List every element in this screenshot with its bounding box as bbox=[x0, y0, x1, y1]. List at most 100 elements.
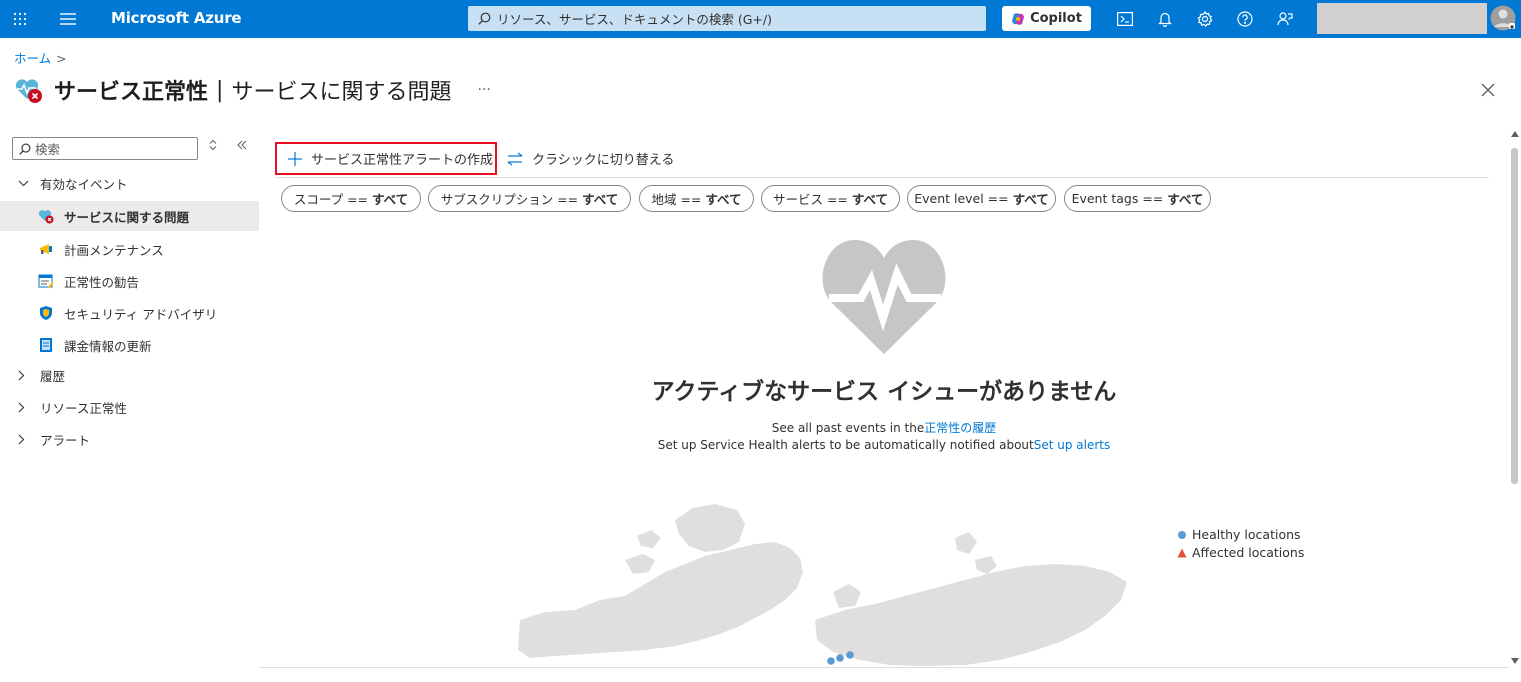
sidebar-group-label: リソース正常性 bbox=[40, 400, 127, 416]
world-map bbox=[518, 504, 1127, 666]
filter-value: すべて bbox=[1012, 192, 1049, 207]
copilot-button[interactable]: Copilot bbox=[1002, 6, 1091, 31]
sidebar-group-label: アラート bbox=[40, 432, 91, 448]
filter-key: Event tags == bbox=[1071, 191, 1164, 206]
page-title: サービス正常性 bbox=[54, 80, 209, 105]
filter-key: 地域 == bbox=[651, 192, 702, 207]
billing-icon bbox=[38, 337, 54, 353]
sidebar-search-input[interactable]: 検索 bbox=[12, 137, 198, 160]
close-icon[interactable] bbox=[1478, 80, 1498, 100]
collapse-sidebar-icon[interactable] bbox=[236, 139, 248, 155]
create-alert-button[interactable]: サービス正常性アラートの作成 bbox=[275, 142, 497, 175]
avatar-icon[interactable] bbox=[1490, 4, 1516, 32]
sidebar-group-label: 履歴 bbox=[40, 368, 66, 384]
sidebar-item-label: サービスに関する問題 bbox=[64, 209, 190, 225]
set-up-alerts-link[interactable]: Set up alerts bbox=[1034, 438, 1111, 452]
history-text: See all past events in the bbox=[771, 421, 925, 435]
sidebar-group-label: 有効なイベント bbox=[40, 176, 128, 192]
more-options-button[interactable]: ··· bbox=[477, 82, 490, 98]
sidebar-group-resource-health[interactable]: リソース正常性 bbox=[0, 392, 259, 422]
filter-pill-region[interactable]: 地域 == すべて bbox=[639, 185, 754, 212]
sidebar-item-label: セキュリティ アドバイザリ bbox=[64, 306, 218, 322]
switch-classic-label: クラシックに切り替える bbox=[532, 153, 675, 168]
sidebar-item-planned-maintenance[interactable]: 計画メンテナンス bbox=[0, 234, 259, 264]
chevron-right-icon bbox=[18, 434, 30, 445]
toolbar-divider bbox=[275, 177, 1489, 178]
sidebar-item-label: 課金情報の更新 bbox=[64, 338, 152, 354]
feedback-icon[interactable] bbox=[1274, 0, 1296, 38]
sidebar-item-label: 正常性の勧告 bbox=[64, 274, 140, 290]
search-placeholder: リソース、サービス、ドキュメントの検索 (G+/) bbox=[497, 12, 772, 27]
filter-value: すべて bbox=[372, 192, 409, 207]
copilot-icon bbox=[1012, 12, 1025, 25]
breadcrumb-home[interactable]: ホーム bbox=[14, 51, 51, 66]
filter-key: サブスクリプション == bbox=[440, 192, 579, 207]
scrollbar-thumb[interactable] bbox=[1511, 148, 1518, 484]
filter-pill-event-tags[interactable]: Event tags == すべて bbox=[1064, 185, 1211, 212]
sidebar-item-security-advisories[interactable]: セキュリティ アドバイザリ bbox=[0, 298, 259, 328]
service-health-icon bbox=[15, 79, 42, 103]
title-separator: | bbox=[216, 77, 224, 103]
legend-affected-label: Affected locations bbox=[1192, 545, 1305, 560]
empty-state-alerts-line: Set up Service Health alerts to be autom… bbox=[520, 438, 1248, 452]
filter-pill-event-level[interactable]: Event level == すべて bbox=[907, 185, 1056, 212]
sidebar-item-billing-updates[interactable]: 課金情報の更新 bbox=[0, 330, 259, 360]
create-alert-label: サービス正常性アラートの作成 bbox=[311, 153, 494, 168]
account-info[interactable] bbox=[1317, 3, 1487, 34]
chevron-down-icon bbox=[18, 180, 30, 187]
filter-value: すべて bbox=[851, 192, 889, 207]
hamburger-icon[interactable] bbox=[56, 0, 80, 38]
switch-arrows-icon bbox=[507, 152, 523, 165]
healthy-dot-icon bbox=[1176, 530, 1188, 540]
filter-pill-scope[interactable]: スコープ == すべて bbox=[281, 185, 421, 212]
help-icon[interactable] bbox=[1234, 0, 1256, 38]
gear-icon[interactable] bbox=[1194, 0, 1216, 38]
alerts-text: Set up Service Health alerts to be autom… bbox=[657, 438, 1034, 452]
heart-pulse-icon bbox=[822, 240, 946, 354]
global-search-input[interactable]: リソース、サービス、ドキュメントの検索 (G+/) bbox=[468, 6, 986, 31]
megaphone-icon bbox=[38, 241, 54, 257]
grid-icon[interactable] bbox=[8, 0, 32, 38]
filter-key: サービス == bbox=[772, 192, 848, 207]
content-bottom-divider bbox=[259, 667, 1509, 668]
advisory-icon bbox=[38, 273, 54, 289]
empty-state-history-line: See all past events in the正常性の履歴 bbox=[520, 419, 1248, 436]
page-subtitle: サービスに関する問題 bbox=[231, 80, 452, 105]
sidebar-item-service-issues[interactable]: サービスに関する問題 bbox=[0, 201, 259, 231]
sidebar-search-placeholder: 検索 bbox=[35, 142, 61, 157]
filter-value: すべて bbox=[705, 192, 742, 207]
legend-healthy-label: Healthy locations bbox=[1192, 527, 1301, 542]
search-icon bbox=[478, 12, 491, 25]
chevron-right-icon bbox=[18, 402, 30, 413]
switch-classic-button[interactable]: クラシックに切り替える bbox=[506, 142, 674, 175]
history-link[interactable]: 正常性の履歴 bbox=[924, 421, 996, 435]
page-header: サービス正常性 | サービスに関する問題 ··· bbox=[14, 74, 491, 106]
search-icon bbox=[19, 143, 31, 155]
filter-pill-subscription[interactable]: サブスクリプション == すべて bbox=[428, 185, 631, 212]
shield-icon bbox=[38, 305, 54, 321]
sort-toggle-icon[interactable] bbox=[208, 139, 218, 155]
filter-value: すべて bbox=[1167, 192, 1204, 207]
top-bar: Microsoft Azure リソース、サービス、ドキュメントの検索 (G+/… bbox=[0, 0, 1521, 38]
cloud-shell-icon[interactable] bbox=[1114, 0, 1136, 38]
sidebar-item-health-advisories[interactable]: 正常性の勧告 bbox=[0, 266, 259, 296]
sidebar-item-label: 計画メンテナンス bbox=[64, 242, 164, 258]
filter-key: スコープ == bbox=[293, 192, 369, 207]
legend-affected: Affected locations bbox=[1176, 545, 1304, 560]
copilot-label: Copilot bbox=[1030, 11, 1082, 26]
breadcrumb: ホーム > bbox=[14, 48, 67, 67]
brand-title[interactable]: Microsoft Azure bbox=[111, 9, 242, 27]
sidebar-group-history[interactable]: 履歴 bbox=[0, 360, 259, 390]
bell-icon[interactable] bbox=[1154, 0, 1176, 38]
service-issue-icon bbox=[38, 208, 54, 224]
filter-pill-service[interactable]: サービス == すべて bbox=[761, 185, 900, 212]
filter-value: すべて bbox=[582, 192, 619, 207]
affected-triangle-icon bbox=[1176, 548, 1188, 558]
chevron-right-icon bbox=[18, 370, 30, 381]
sidebar-group-active-events[interactable]: 有効なイベント bbox=[0, 168, 259, 198]
legend-healthy: Healthy locations bbox=[1176, 527, 1301, 542]
sidebar-group-alerts[interactable]: アラート bbox=[0, 424, 259, 454]
empty-state-title: アクティブなサービス イシューがありません bbox=[651, 379, 1117, 405]
plus-icon bbox=[288, 151, 302, 166]
breadcrumb-separator: > bbox=[56, 51, 67, 66]
